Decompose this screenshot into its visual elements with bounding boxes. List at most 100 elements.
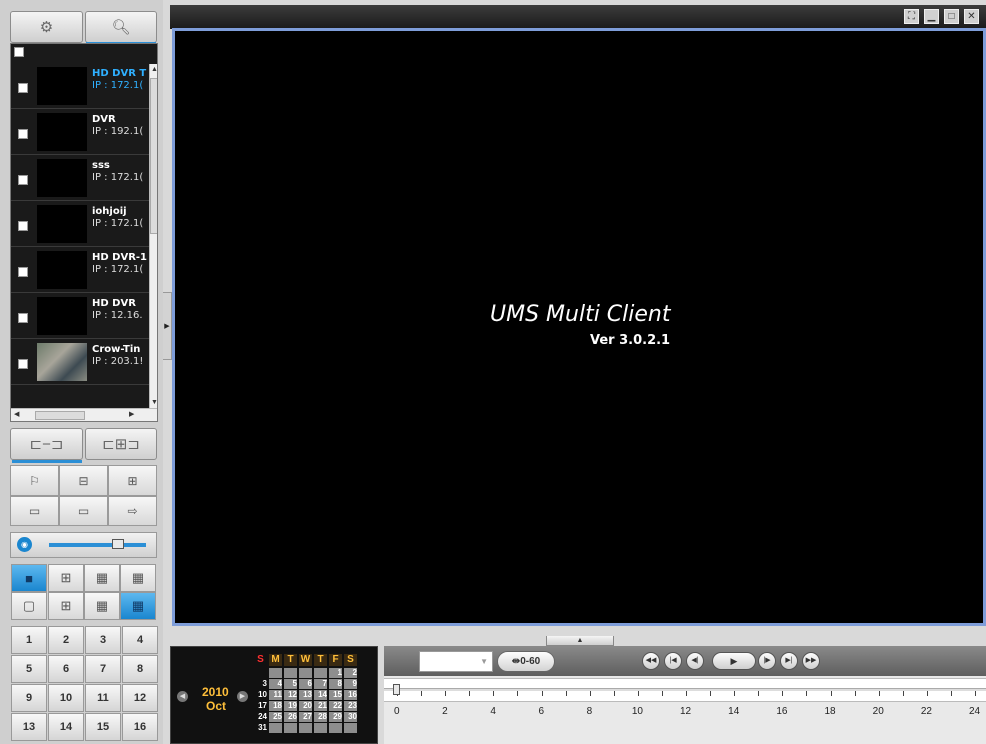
calendar-day[interactable] [269, 723, 282, 733]
device-group-tab[interactable]: ⊏−⊐ [10, 428, 83, 460]
calendar-day[interactable] [299, 668, 312, 678]
calendar-day[interactable]: 24 [254, 712, 267, 722]
calendar-day[interactable] [269, 668, 282, 678]
disconnect-button[interactable]: ▭ [59, 496, 108, 526]
scroll-left-icon[interactable]: ◀ [14, 410, 19, 418]
step-forward-button[interactable]: |▶ [758, 652, 776, 670]
calendar-day[interactable] [344, 723, 357, 733]
layout-sixteen-button[interactable]: ▦ [120, 592, 156, 620]
layout-2x2-button[interactable]: ⊞ [48, 564, 84, 592]
layout-nine-button[interactable]: ▦ [84, 592, 120, 620]
channel-select[interactable]: ▼ [419, 651, 493, 672]
calendar-day[interactable]: 27 [299, 712, 312, 722]
channel-button[interactable]: 11 [85, 684, 121, 712]
calendar-day[interactable]: 30 [344, 712, 357, 722]
video-viewer[interactable] [172, 28, 986, 626]
calendar-day[interactable] [299, 723, 312, 733]
close-button[interactable]: ✕ [964, 9, 979, 24]
channel-button[interactable]: 9 [11, 684, 47, 712]
play-button[interactable]: ▶ [712, 652, 756, 670]
settings-tab[interactable]: ⚙ [10, 11, 83, 43]
next-month-button[interactable]: ▶ [237, 691, 248, 702]
horizontal-scrollbar[interactable]: ◀ ▶ [11, 408, 157, 421]
calendar-day[interactable]: 1 [329, 668, 342, 678]
device-checkbox[interactable] [18, 83, 28, 93]
vertical-scrollbar[interactable]: ▲ ▼ [149, 64, 157, 408]
skip-back-button[interactable]: |◀ [664, 652, 682, 670]
device-row[interactable]: HD DVR T IP : 172.1( [11, 63, 149, 109]
calendar-day[interactable]: 29 [329, 712, 342, 722]
device-row[interactable]: iohjoij IP : 172.1( [11, 201, 149, 247]
layout-3x3-button[interactable]: ▦ [84, 564, 120, 592]
device-checkbox[interactable] [18, 267, 28, 277]
calendar-day[interactable]: 26 [284, 712, 297, 722]
calendar-day[interactable] [284, 668, 297, 678]
fullscreen-button[interactable]: ⛶ [904, 9, 919, 24]
scroll-down-icon[interactable]: ▼ [151, 399, 157, 406]
minimize-button[interactable]: ▁ [924, 9, 939, 24]
layout-4x4-button[interactable]: ▦ [120, 564, 156, 592]
device-row[interactable]: HD DVR-1 IP : 172.1( [11, 247, 149, 293]
panel-collapse-handle[interactable]: ▶ [163, 292, 172, 360]
volume-knob[interactable] [112, 539, 124, 549]
step-back-button[interactable]: ◀| [686, 652, 704, 670]
channel-button[interactable]: 12 [122, 684, 158, 712]
calendar-day[interactable]: 3 [254, 679, 267, 689]
calendar-day[interactable]: 2 [344, 668, 357, 678]
calendar-day[interactable]: 21 [314, 701, 327, 711]
time-range-button[interactable]: ⇹0-60 [497, 651, 555, 672]
calendar-day[interactable]: 28 [314, 712, 327, 722]
channel-button[interactable]: 3 [85, 626, 121, 654]
channel-button[interactable]: 4 [122, 626, 158, 654]
device-row[interactable]: Crow-Tin IP : 203.1! [11, 339, 149, 385]
calendar-day[interactable]: 20 [299, 701, 312, 711]
skip-forward-button[interactable]: ▶| [780, 652, 798, 670]
prev-month-button[interactable]: ◀ [177, 691, 188, 702]
device-checkbox[interactable] [18, 129, 28, 139]
calendar-day[interactable]: 10 [254, 690, 267, 700]
add-device-button[interactable]: ⊟ [59, 465, 108, 496]
channel-button[interactable]: 8 [122, 655, 158, 683]
calendar-day[interactable]: 25 [269, 712, 282, 722]
channel-button[interactable]: 2 [48, 626, 84, 654]
maximize-button[interactable]: □ [944, 9, 959, 24]
select-all-checkbox[interactable] [14, 47, 24, 57]
channel-button[interactable]: 14 [48, 713, 84, 741]
scroll-right-icon[interactable]: ▶ [129, 410, 134, 418]
group-tree-tab[interactable]: ⊏⊞⊐ [85, 428, 157, 460]
calendar-day[interactable]: 22 [329, 701, 342, 711]
channel-button[interactable]: 1 [11, 626, 47, 654]
layout-single-button[interactable]: ▢ [11, 592, 47, 620]
calendar-day[interactable] [314, 723, 327, 733]
calendar-day[interactable]: 5 [284, 679, 297, 689]
connect-button[interactable]: ▭ [10, 496, 59, 526]
rewind-button[interactable]: ◀◀ [642, 652, 660, 670]
scroll-thumb[interactable] [150, 78, 157, 234]
calendar-day[interactable]: 18 [269, 701, 282, 711]
speaker-icon[interactable]: ◉ [17, 537, 32, 552]
channel-button[interactable]: 15 [85, 713, 121, 741]
channel-button[interactable]: 7 [85, 655, 121, 683]
calendar-day[interactable]: 9 [344, 679, 357, 689]
channel-button[interactable]: 13 [11, 713, 47, 741]
calendar-day[interactable]: 14 [314, 690, 327, 700]
device-row[interactable]: sss IP : 172.1( [11, 155, 149, 201]
channel-button[interactable]: 16 [122, 713, 158, 741]
fast-forward-button[interactable]: ▶▶ [802, 652, 820, 670]
timeline-toggle-button[interactable]: ▲ [546, 636, 614, 646]
timeline-knob[interactable] [393, 684, 400, 695]
export-button[interactable]: ⇨ [108, 496, 157, 526]
calendar-day[interactable]: 19 [284, 701, 297, 711]
device-checkbox[interactable] [18, 313, 28, 323]
layout-quad-button[interactable]: ⊞ [48, 592, 84, 620]
scroll-up-icon[interactable]: ▲ [151, 66, 157, 73]
calendar-day[interactable] [284, 723, 297, 733]
volume-track[interactable] [49, 543, 146, 547]
channel-button[interactable]: 6 [48, 655, 84, 683]
layout-1x1-button[interactable]: ■ [11, 564, 47, 592]
calendar-day[interactable]: 12 [284, 690, 297, 700]
device-row[interactable]: HD DVR IP : 12.16. [11, 293, 149, 339]
calendar-day[interactable]: 15 [329, 690, 342, 700]
device-checkbox[interactable] [18, 221, 28, 231]
hscroll-thumb[interactable] [35, 411, 85, 420]
